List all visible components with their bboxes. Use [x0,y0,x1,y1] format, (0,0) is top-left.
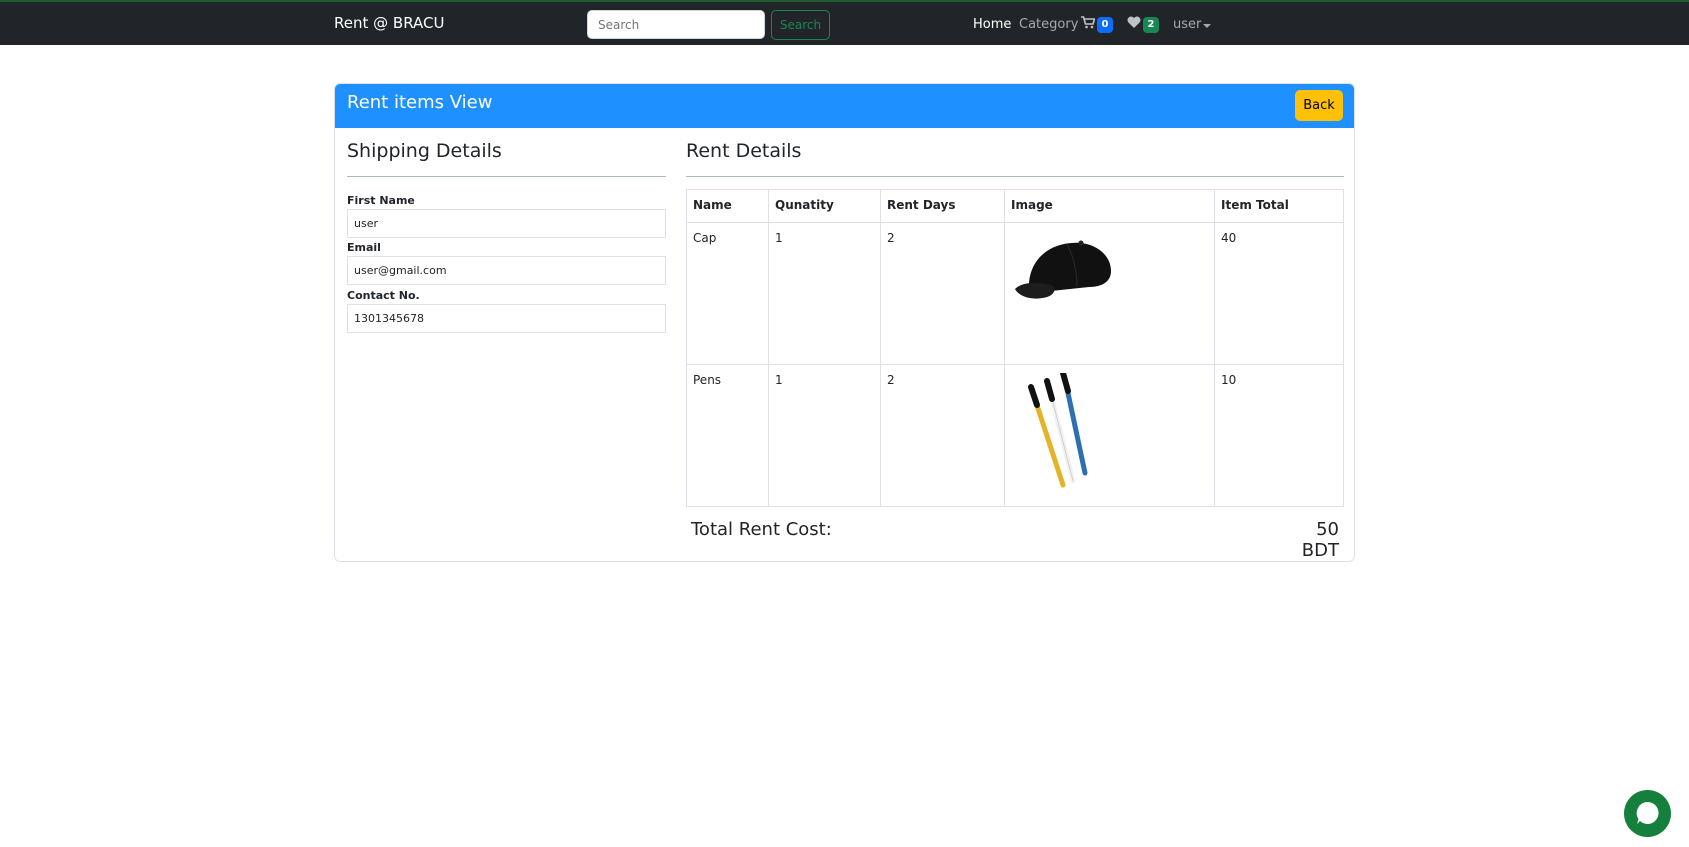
cell-name: Pens [686,364,769,507]
first-name-label: First Name [347,194,415,207]
cell-name: Cap [686,222,769,365]
back-button[interactable]: Back [1295,90,1343,121]
rent-details-heading: Rent Details [686,140,802,162]
total-rent-cost-value: 50 BDT [1301,519,1339,561]
cell-image [1004,222,1215,365]
table-row: Cap 1 2 40 [686,222,1344,365]
rent-items-card: Rent items View Back Shipping Details Fi… [334,83,1355,562]
shipping-details-heading: Shipping Details [347,140,502,162]
chevron-down-icon[interactable] [1203,24,1211,28]
email-field[interactable]: user@gmail.com [347,256,666,285]
divider [686,176,1344,177]
divider [347,176,666,177]
pens-image [1028,370,1088,488]
chat-bubble-icon[interactable] [1624,790,1671,837]
column-header-name: Name [686,189,769,223]
cell-item-total: 10 [1214,364,1344,507]
first-name-field[interactable]: user [347,209,666,238]
brand-logo[interactable]: Rent @ BRACU [334,14,444,32]
search-button[interactable]: Search [771,10,830,40]
contact-label: Contact No. [347,289,420,302]
total-rent-cost-label: Total Rent Cost: [691,519,832,540]
cell-quantity: 1 [768,364,881,507]
heart-icon[interactable] [1127,16,1141,32]
column-header-rent-days: Rent Days [880,189,1005,223]
column-header-image: Image [1004,189,1215,223]
table-row: Pens 1 2 10 [686,364,1344,507]
column-header-item-total: Item Total [1214,189,1344,223]
cell-item-total: 40 [1214,222,1344,365]
card-title: Rent items View [347,92,493,113]
cell-rent-days: 2 [880,364,1005,507]
cart-icon[interactable] [1081,16,1096,33]
user-menu-dropdown[interactable]: user [1173,17,1201,32]
card-header: Rent items View Back [335,84,1354,128]
nav-category[interactable]: Category [1019,17,1078,32]
wishlist-count-badge: 2 [1143,17,1159,33]
cart-count-badge: 0 [1097,17,1113,33]
nav-home[interactable]: Home [973,17,1011,32]
top-navbar: Rent @ BRACU Search Home Category 0 2 us… [0,0,1689,45]
cell-quantity: 1 [768,222,881,365]
cap-image [1015,240,1111,299]
column-header-quantity: Qunatity [768,189,881,223]
cell-rent-days: 2 [880,222,1005,365]
contact-field[interactable]: 1301345678 [347,304,666,333]
table-header-row: Name Qunatity Rent Days Image Item Total [686,189,1344,223]
search-input[interactable] [587,10,765,39]
rent-items-table: Name Qunatity Rent Days Image Item Total… [686,189,1344,507]
cell-image [1004,364,1215,507]
email-label: Email [347,241,381,254]
